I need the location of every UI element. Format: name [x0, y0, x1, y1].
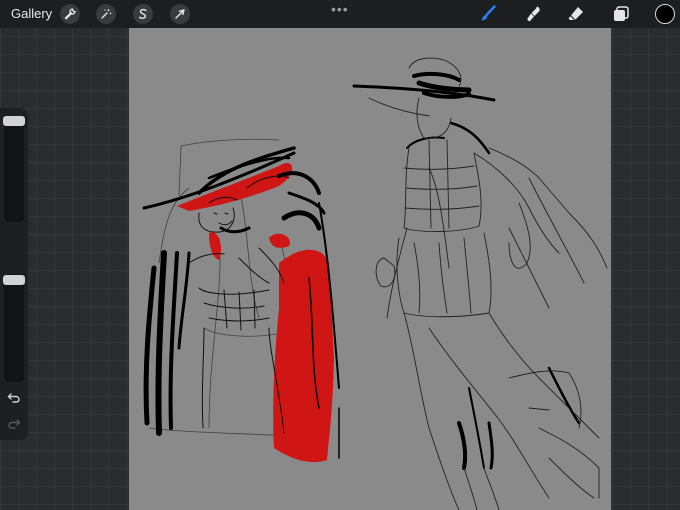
brush-icon	[481, 5, 496, 21]
actions-button[interactable]	[60, 4, 80, 24]
layers-button[interactable]	[611, 4, 631, 24]
magic-wand-icon	[101, 9, 112, 19]
color-swatch[interactable]	[655, 4, 675, 24]
left-sidebar	[0, 108, 28, 440]
drawing-canvas[interactable]	[129, 28, 611, 510]
adjustments-button[interactable]	[96, 4, 116, 24]
wrench-icon	[64, 8, 76, 20]
gallery-button[interactable]: Gallery	[11, 6, 52, 22]
redo-icon[interactable]	[7, 416, 21, 430]
layers-icon	[614, 6, 629, 21]
brush-size-thumb[interactable]	[3, 116, 25, 126]
top-toolbar: Gallery •••	[0, 0, 680, 28]
transform-button[interactable]	[170, 4, 190, 24]
opacity-thumb[interactable]	[3, 275, 25, 285]
sketch-artwork	[142, 57, 608, 510]
opacity-slider[interactable]	[4, 274, 24, 382]
more-options-handle[interactable]: •••	[331, 2, 349, 16]
brush-size-slider[interactable]	[4, 116, 24, 222]
selection-button[interactable]	[133, 4, 153, 24]
eraser-icon	[568, 7, 583, 21]
brush-tool-button[interactable]	[478, 4, 498, 24]
selection-s-icon	[138, 8, 147, 19]
undo-icon[interactable]	[7, 390, 21, 404]
eraser-tool-button[interactable]	[566, 4, 586, 24]
smudge-icon	[527, 6, 540, 22]
smudge-tool-button[interactable]	[524, 4, 544, 24]
transform-arrow-icon	[175, 9, 185, 19]
